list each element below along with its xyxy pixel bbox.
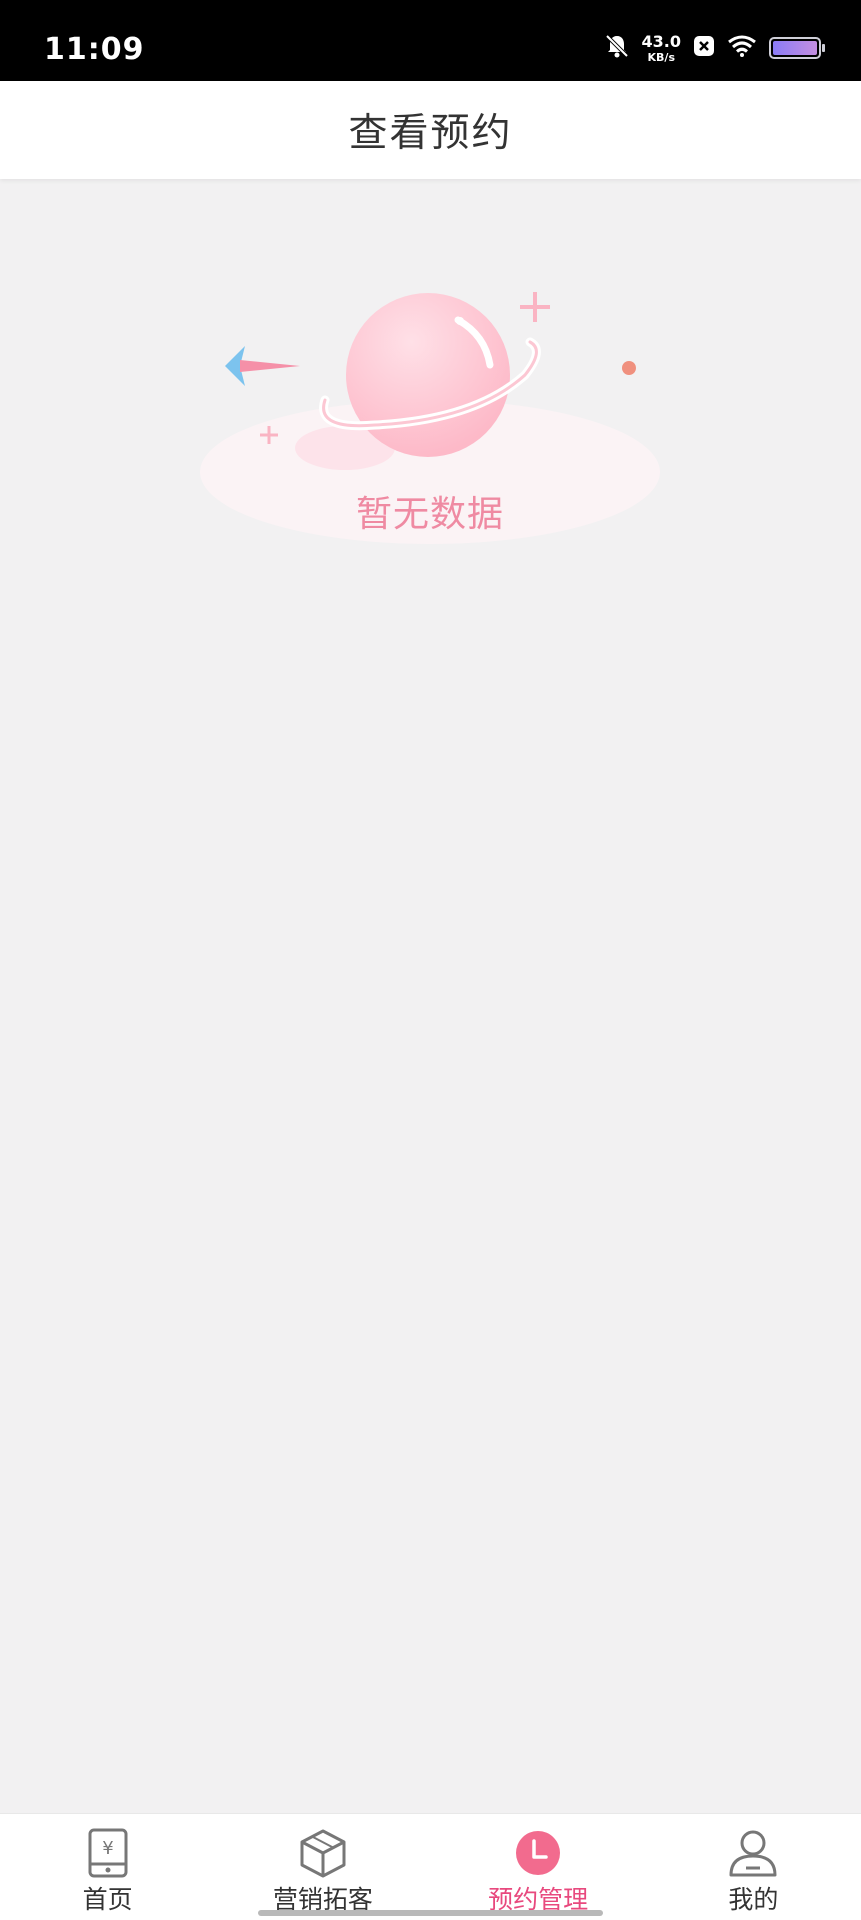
svg-text:¥: ¥ xyxy=(102,1838,113,1859)
status-bar: 11:09 43.0 KB/s xyxy=(0,0,861,81)
nav-item-appointments[interactable]: 预约管理 xyxy=(431,1814,646,1920)
nav-label-mine: 我的 xyxy=(728,1885,779,1914)
empty-state: 暂无数据 xyxy=(195,280,675,560)
net-speed-value: 43.0 xyxy=(641,31,681,51)
nav-item-home[interactable]: ¥ 首页 xyxy=(0,1814,215,1920)
wifi-icon xyxy=(727,34,757,62)
clock-icon xyxy=(513,1828,563,1878)
nav-label-home: 首页 xyxy=(82,1885,133,1914)
page-title: 查看预约 xyxy=(348,111,513,156)
net-speed-unit: KB/s xyxy=(647,50,675,64)
status-icons: 43.0 KB/s xyxy=(604,30,825,66)
net-speed: 43.0 KB/s xyxy=(641,31,681,64)
bell-off-icon xyxy=(604,33,630,63)
close-box-icon xyxy=(693,35,715,61)
empty-state-text: 暂无数据 xyxy=(355,494,504,535)
nav-item-marketing[interactable]: 营销拓客 xyxy=(215,1814,430,1920)
status-time: 11:09 xyxy=(44,32,145,67)
home-indicator[interactable] xyxy=(258,1910,603,1916)
phone-yuan-icon: ¥ xyxy=(83,1828,133,1878)
cube-icon xyxy=(298,1828,348,1878)
bottom-nav: ¥ 首页 营销拓客 预约管理 我的 xyxy=(0,1813,861,1920)
app-header: 查看预约 xyxy=(0,81,861,179)
battery-icon xyxy=(769,37,825,59)
nav-item-mine[interactable]: 我的 xyxy=(646,1814,861,1920)
user-icon xyxy=(728,1828,778,1878)
